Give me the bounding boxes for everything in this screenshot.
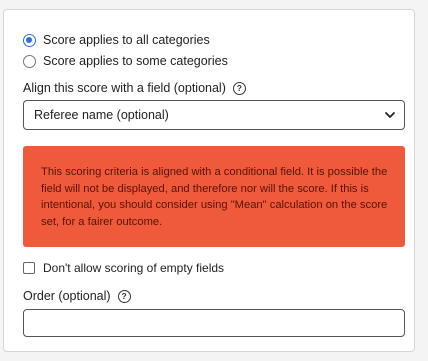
empty-fields-checkbox-row[interactable]: Don't allow scoring of empty fields (23, 260, 224, 276)
radio-some-categories-label: Score applies to some categories (43, 54, 228, 68)
order-label-row: Order (optional) ? (23, 288, 131, 304)
radio-some-categories[interactable]: Score applies to some categories (23, 52, 228, 70)
chevron-down-icon (385, 112, 395, 118)
radio-all-categories[interactable]: Score applies to all categories (23, 31, 210, 49)
empty-fields-label: Don't allow scoring of empty fields (43, 261, 225, 275)
align-field-label: Align this score with a field (optional) (23, 81, 226, 95)
question-circle-icon[interactable]: ? (232, 81, 246, 95)
warning-text: This scoring criteria is aligned with a … (41, 166, 388, 228)
align-field-select[interactable]: Referee name (optional) (23, 100, 405, 130)
radio-selected-icon[interactable] (23, 33, 36, 47)
score-settings-panel: Score applies to all categories Score ap… (3, 9, 415, 352)
radio-all-categories-label: Score applies to all categories (43, 33, 210, 47)
align-field-label-row: Align this score with a field (optional)… (23, 80, 246, 96)
order-label: Order (optional) (23, 289, 111, 303)
align-field-selected-value: Referee name (optional) (34, 108, 169, 122)
conditional-field-warning: This scoring criteria is aligned with a … (23, 146, 405, 247)
radio-unselected-icon[interactable] (23, 54, 36, 68)
order-input[interactable] (23, 309, 405, 337)
question-circle-icon[interactable]: ? (117, 289, 131, 303)
empty-fields-checkbox[interactable] (23, 262, 35, 274)
